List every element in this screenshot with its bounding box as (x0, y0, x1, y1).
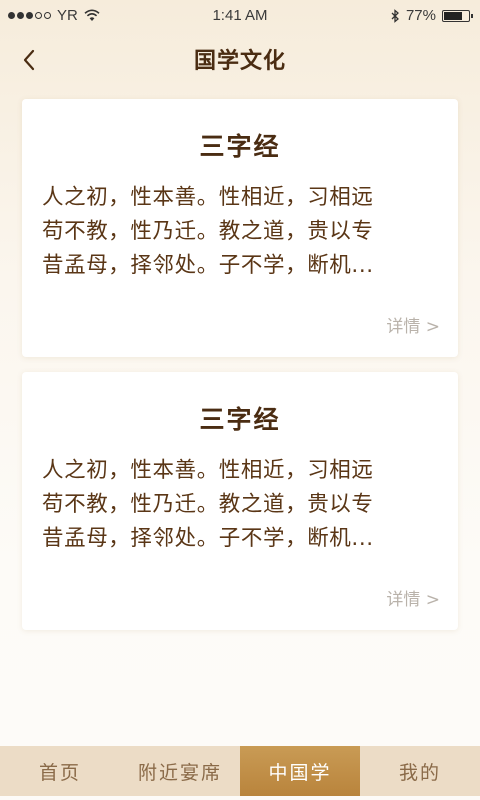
article-card[interactable]: 三字经 人之初，性本善。性相近，习相远 苟不教，性乃迁。教之道，贵以专 昔孟母，… (22, 372, 458, 630)
status-right: 77% (391, 7, 473, 24)
card-excerpt-line: 昔孟母，择邻处。子不学，断机... (42, 253, 374, 278)
battery-percent: 77% (405, 7, 436, 24)
battery-fill (444, 11, 463, 20)
tab-mine[interactable]: 我的 (360, 746, 480, 796)
card-excerpt-line: 人之初，性本善。性相近，习相远 (42, 185, 374, 210)
card-excerpt-line: 昔孟母，择邻处。子不学，断机... (42, 526, 374, 551)
card-excerpt-line: 苟不教，性乃迁。教之道，贵以专 (42, 492, 374, 517)
page-title: 国学文化 (193, 49, 286, 74)
status-bar: YR 1:41 AM 77% (0, 0, 480, 32)
tab-nearby-banquets[interactable]: 附近宴席 (120, 746, 240, 796)
card-detail-link[interactable]: 详情 > (386, 312, 440, 337)
card-detail-link[interactable]: 详情 > (386, 585, 440, 610)
card-title: 三字经 (199, 132, 281, 161)
card-title: 三字经 (199, 405, 281, 434)
card-excerpt-line: 苟不教，性乃迁。教之道，贵以专 (42, 219, 374, 244)
battery-icon (442, 9, 473, 22)
card-excerpt: 人之初，性本善。性相近，习相远 苟不教，性乃迁。教之道，贵以专 昔孟母，择邻处。… (42, 454, 444, 556)
bluetooth-icon (391, 8, 399, 23)
tab-chinese-studies[interactable]: 中国学 (240, 746, 360, 796)
article-card[interactable]: 三字经 人之初，性本善。性相近，习相远 苟不教，性乃迁。教之道，贵以专 昔孟母，… (22, 99, 458, 357)
card-excerpt: 人之初，性本善。性相近，习相远 苟不教，性乃迁。教之道，贵以专 昔孟母，择邻处。… (42, 181, 444, 283)
card-excerpt-line: 人之初，性本善。性相近，习相远 (42, 458, 374, 483)
nav-bar: 国学文化 (0, 32, 480, 88)
tab-bar: 首页 附近宴席 中国学 我的 (0, 746, 480, 796)
tab-home[interactable]: 首页 (0, 746, 120, 796)
